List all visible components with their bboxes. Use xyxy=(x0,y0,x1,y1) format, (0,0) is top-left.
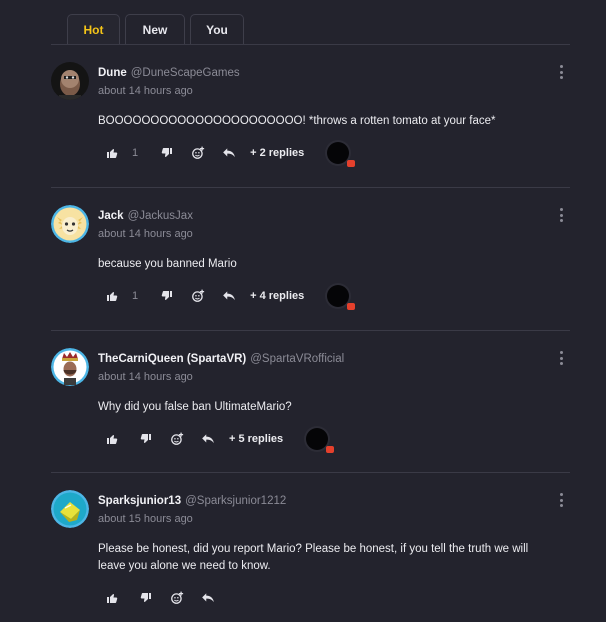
user-handle[interactable]: @JackusJax xyxy=(128,210,193,222)
comment-text: BOOOOOOOOOOOOOOOOOOOOOO! *throws a rotte… xyxy=(98,115,496,127)
thumbs-down-icon[interactable] xyxy=(138,588,154,608)
comment-item: Dune @DuneScapeGames about 14 hours ago B… xyxy=(51,62,570,172)
user-handle[interactable]: @DuneScapeGames xyxy=(131,67,240,79)
divider xyxy=(51,472,570,473)
notification-badge xyxy=(347,160,356,167)
thumbs-up-icon[interactable] xyxy=(104,143,120,163)
replies-link[interactable]: + 4 replies xyxy=(250,290,304,302)
tab-you[interactable]: You xyxy=(190,14,244,44)
comment-text: because you banned Mario xyxy=(98,258,237,270)
comment-item: Jack @JackusJax about 14 hours ago becaus… xyxy=(51,205,570,315)
timestamp: about 14 hours ago xyxy=(98,371,193,383)
divider xyxy=(51,330,570,331)
divider xyxy=(51,187,570,188)
add-reaction-icon[interactable] xyxy=(190,286,206,306)
author-line: TheCarniQueen (SpartaVR) @SpartaVRofficia… xyxy=(98,353,344,365)
user-handle[interactable]: @SpartaVRofficial xyxy=(250,353,344,365)
comment-actions: 1 + 2 replies xyxy=(98,142,356,167)
user-handle[interactable]: @Sparksjunior1212 xyxy=(185,495,286,507)
reply-avatar[interactable] xyxy=(327,285,356,310)
comment-item: TheCarniQueen (SpartaVR) @SpartaVRofficia… xyxy=(51,348,570,458)
avatar[interactable] xyxy=(51,348,89,386)
comment-actions: 1 + 4 replies xyxy=(98,285,356,310)
comment-actions: + 5 replies xyxy=(98,428,335,453)
reply-icon[interactable] xyxy=(221,143,237,163)
timestamp: about 14 hours ago xyxy=(98,85,193,97)
username[interactable]: TheCarniQueen (SpartaVR) xyxy=(98,353,246,365)
reply-avatar[interactable] xyxy=(306,428,335,453)
add-reaction-icon[interactable] xyxy=(190,143,206,163)
thumbs-down-icon[interactable] xyxy=(159,286,175,306)
like-count: 1 xyxy=(132,147,139,159)
username[interactable]: Dune xyxy=(98,67,127,79)
comment-text: Please be honest, did you report Mario? … xyxy=(98,543,529,572)
reply-icon[interactable] xyxy=(221,286,237,306)
username[interactable]: Jack xyxy=(98,210,124,222)
author-line: Sparksjunior13 @Sparksjunior1212 xyxy=(98,495,286,507)
author-line: Dune @DuneScapeGames xyxy=(98,67,240,79)
like-count: 1 xyxy=(132,290,139,302)
timestamp: about 14 hours ago xyxy=(98,228,193,240)
reply-icon[interactable] xyxy=(200,588,216,608)
avatar[interactable] xyxy=(51,205,89,243)
add-reaction-icon[interactable] xyxy=(169,588,185,608)
reply-avatar[interactable] xyxy=(327,142,356,167)
thumbs-up-icon[interactable] xyxy=(104,588,120,608)
replies-link[interactable]: + 2 replies xyxy=(250,147,304,159)
add-reaction-icon[interactable] xyxy=(169,429,185,449)
notification-badge xyxy=(326,446,335,453)
comment-item: Sparksjunior13 @Sparksjunior1212 about 15… xyxy=(51,490,570,622)
tab-new[interactable]: New xyxy=(125,14,185,44)
sort-tabs: Hot New You xyxy=(51,14,570,45)
more-options-icon[interactable] xyxy=(558,65,564,79)
notification-badge xyxy=(347,303,356,310)
replies-link[interactable]: + 5 replies xyxy=(229,433,283,445)
author-line: Jack @JackusJax xyxy=(98,210,193,222)
avatar[interactable] xyxy=(51,490,89,528)
avatar[interactable] xyxy=(51,62,89,100)
more-options-icon[interactable] xyxy=(558,208,564,222)
thumbs-down-icon[interactable] xyxy=(159,143,175,163)
reply-icon[interactable] xyxy=(200,429,216,449)
comment-actions xyxy=(98,588,216,608)
thumbs-up-icon[interactable] xyxy=(104,286,120,306)
tab-hot[interactable]: Hot xyxy=(67,14,120,44)
username[interactable]: Sparksjunior13 xyxy=(98,495,181,507)
more-options-icon[interactable] xyxy=(558,351,564,365)
thumbs-down-icon[interactable] xyxy=(138,429,154,449)
comment-text: Why did you false ban UltimateMario? xyxy=(98,401,292,413)
timestamp: about 15 hours ago xyxy=(98,513,193,525)
thumbs-up-icon[interactable] xyxy=(104,429,120,449)
more-options-icon[interactable] xyxy=(558,493,564,507)
